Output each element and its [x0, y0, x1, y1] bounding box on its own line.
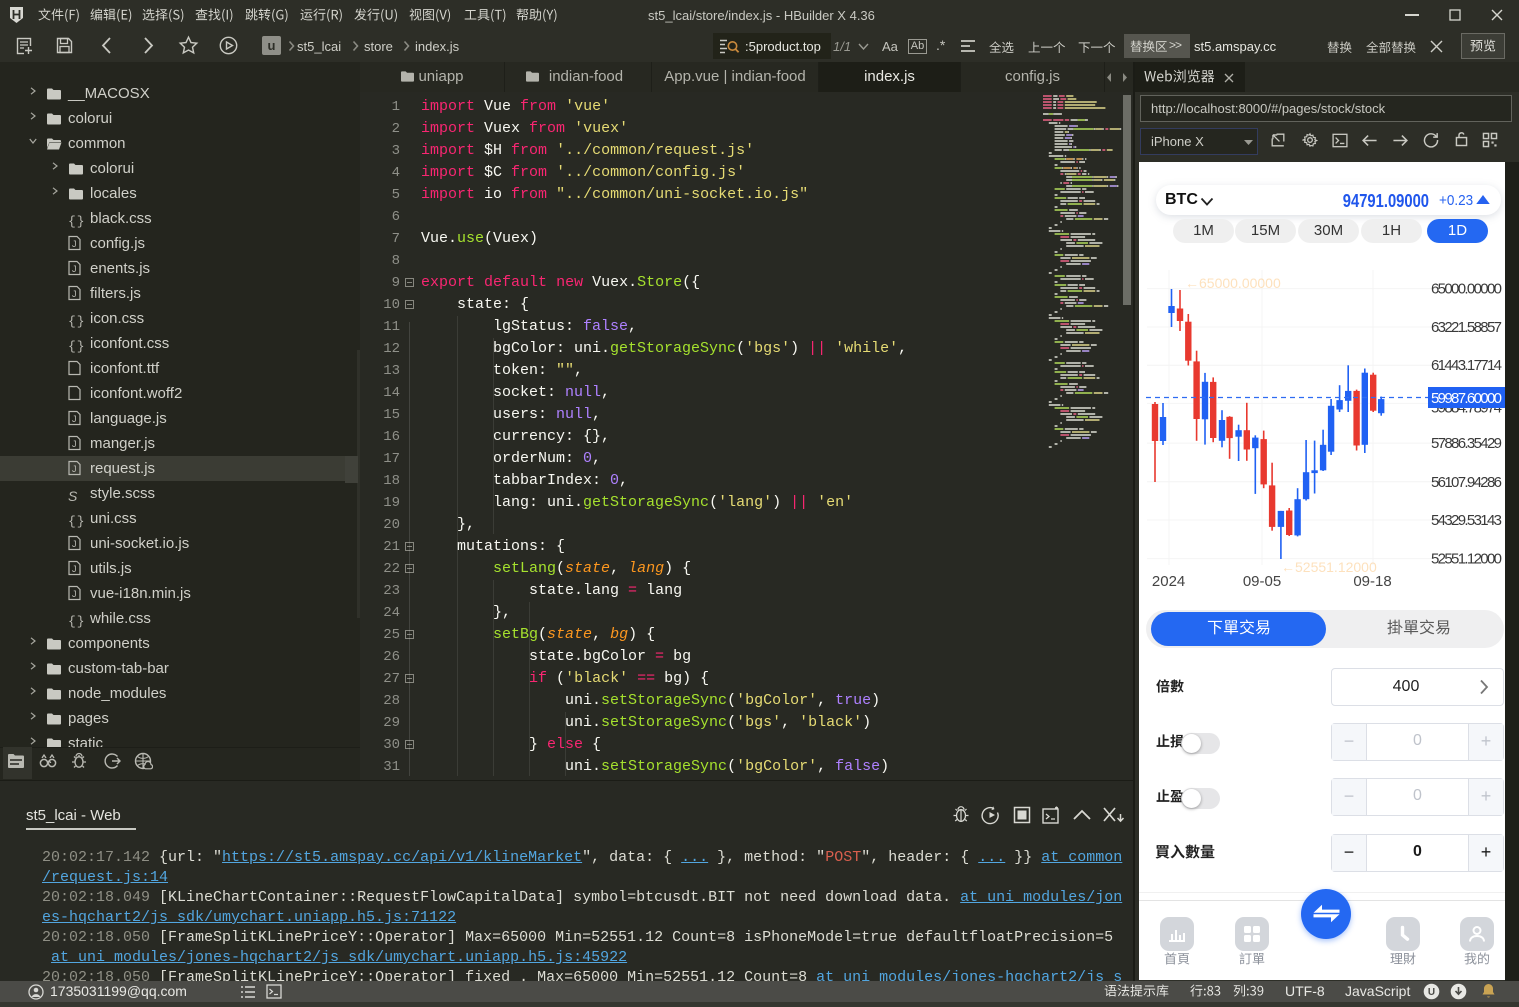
- svg-text:J: J: [72, 464, 77, 474]
- svg-text:54329.53143: 54329.53143: [1431, 512, 1502, 529]
- svg-text:65000.00000: 65000.00000: [1431, 281, 1502, 298]
- svg-text:2024: 2024: [1152, 573, 1185, 590]
- svg-text:J: J: [72, 239, 77, 249]
- svg-text:J: J: [72, 264, 77, 274]
- svg-text:J: J: [72, 539, 77, 549]
- svg-text:←65000.00000: ←65000.00000: [1185, 275, 1281, 291]
- svg-text:J: J: [72, 564, 77, 574]
- svg-text:J: J: [72, 414, 77, 424]
- svg-text:57886.35429: 57886.35429: [1431, 435, 1502, 452]
- svg-text:J: J: [72, 589, 77, 599]
- svg-text:52551.12000: 52551.12000: [1431, 551, 1502, 568]
- svg-text:59987.60000: 59987.60000: [1431, 390, 1502, 407]
- svg-text:J: J: [72, 439, 77, 449]
- svg-text:61443.17714: 61443.17714: [1431, 357, 1502, 374]
- svg-text:56107.94286: 56107.94286: [1431, 474, 1502, 491]
- svg-text:09-18: 09-18: [1353, 573, 1391, 590]
- svg-text:09-05: 09-05: [1243, 573, 1281, 590]
- svg-text:U: U: [1428, 987, 1435, 998]
- svg-text:J: J: [72, 289, 77, 299]
- svg-text:63221.58857: 63221.58857: [1431, 319, 1502, 336]
